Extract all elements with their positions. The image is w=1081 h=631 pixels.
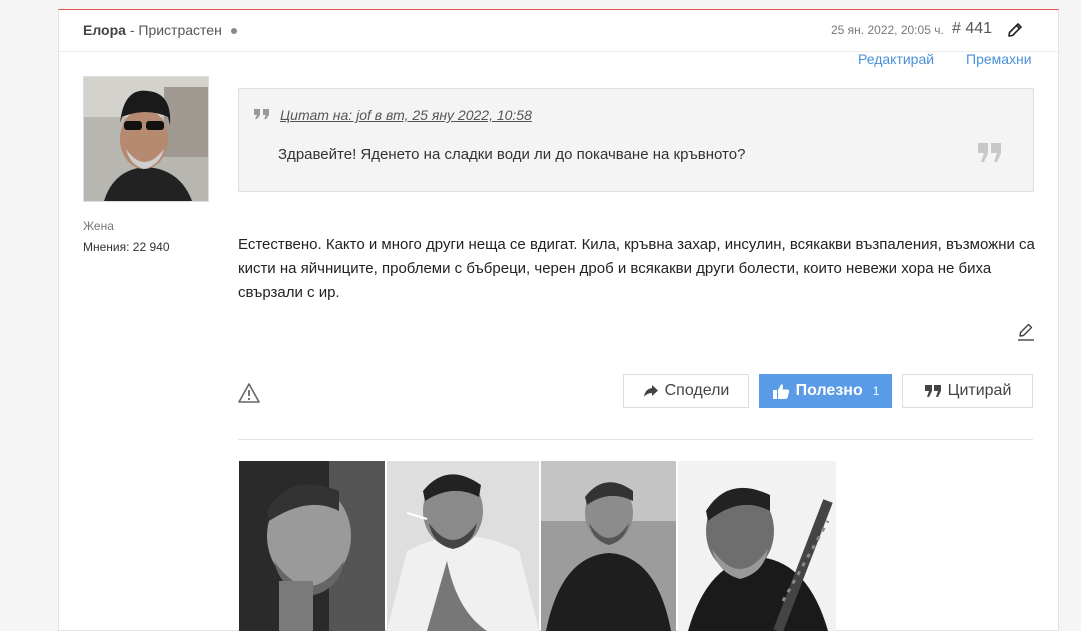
quote-text: Здравейте! Яденето на сладки води ли до … xyxy=(278,146,746,163)
remove-link[interactable]: Премахни xyxy=(966,51,1032,67)
avatar[interactable] xyxy=(83,76,209,202)
quote-source-link[interactable]: Цитат на: jof в вт, 25 яну 2022, 10:58 xyxy=(280,107,532,123)
quote-label: Цитирай xyxy=(947,382,1012,399)
quote-icon xyxy=(924,385,941,397)
user-opinions-count: Мнения: 22 940 xyxy=(83,240,170,254)
photo-4 xyxy=(678,461,836,631)
photo-2 xyxy=(387,461,539,631)
quote-close-icon xyxy=(978,143,1001,162)
useful-count: 1 xyxy=(872,384,880,398)
useful-label: Полезно xyxy=(795,382,863,399)
share-icon xyxy=(643,385,658,397)
post-date: 25 ян. 2022, 20:05 ч. xyxy=(831,23,944,37)
photo-1 xyxy=(239,461,385,631)
edit-icon[interactable] xyxy=(1017,320,1035,342)
quote-open-icon xyxy=(254,109,269,119)
quote-block: Цитат на: jof в вт, 25 яну 2022, 10:58 З… xyxy=(238,88,1034,192)
share-label: Сподели xyxy=(664,382,730,399)
useful-button[interactable]: Полезно 1 xyxy=(759,374,892,408)
signature-image xyxy=(239,461,836,631)
share-button[interactable]: Сподели xyxy=(623,374,749,408)
divider xyxy=(238,439,1033,440)
report-warning-icon[interactable] xyxy=(238,382,260,404)
post-header: Елора - Пристрастен 25 ян. 2022, 20:05 ч… xyxy=(59,10,1058,52)
post-author: Елора - Пристрастен xyxy=(83,22,237,38)
quote-button[interactable]: Цитирай xyxy=(902,374,1033,408)
pencil-icon[interactable] xyxy=(1006,21,1024,39)
post-body: Естествено. Както и много други неща се … xyxy=(238,236,1035,301)
thumbs-up-icon xyxy=(772,383,789,399)
author-name[interactable]: Елора xyxy=(83,22,126,38)
edit-link[interactable]: Редактирай xyxy=(858,51,934,67)
user-gender: Жена xyxy=(83,219,114,233)
photo-3 xyxy=(541,461,676,631)
post-number[interactable]: # 441 xyxy=(952,20,992,38)
avatar-image xyxy=(84,77,208,201)
post-card: Елора - Пристрастен 25 ян. 2022, 20:05 ч… xyxy=(58,9,1059,631)
author-status: - Пристрастен xyxy=(129,22,222,38)
online-status-icon xyxy=(230,28,237,35)
